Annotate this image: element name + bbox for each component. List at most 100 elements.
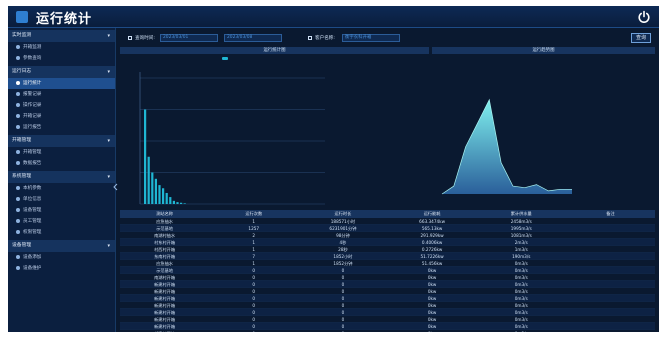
sidebar-item[interactable]: 权限管理: [8, 227, 115, 238]
table-row: 村西村开箱 1 28秒 0.2726kw 1m3/s: [120, 246, 655, 253]
sidebar-item[interactable]: 数据报告: [8, 158, 115, 169]
sidebar-section[interactable]: 系统管理 ▾: [8, 171, 115, 183]
table-cell: 0m3/s: [477, 330, 566, 332]
table-cell: 7: [252, 254, 256, 259]
table-body: 应急抽水 1 188571小时 663.3474kw 2458m3/s 示范基地 1257 6…: [120, 218, 655, 332]
table-cell: 0: [341, 268, 345, 273]
table-cell: [566, 309, 655, 315]
sidebar-item[interactable]: 设备维护: [8, 263, 115, 274]
table-cell: 291.929kw: [420, 233, 444, 238]
client-filter-checkbox[interactable]: [308, 36, 312, 40]
table-cell: 0m3/s: [514, 324, 528, 329]
table-cell: 0kw: [427, 310, 437, 315]
sidebar-item[interactable]: 操作记录: [8, 100, 115, 111]
chevron-down-icon: ▾: [107, 69, 110, 75]
table-row: 示范基地 1257 6231901分钟 565.13kw 1995m3/s: [120, 225, 655, 232]
table-cell: 0kw: [427, 296, 437, 301]
sidebar-item[interactable]: 设备添加: [8, 252, 115, 263]
date-filter-checkbox[interactable]: [128, 36, 132, 40]
table-header: 测站名称 运行次数 运行时长 运行能耗 累计供水量 备注: [120, 210, 655, 218]
table-cell: 0.4006kw: [421, 240, 443, 245]
table-cell: 0m3/s: [514, 296, 528, 301]
table-cell: [566, 330, 655, 332]
table-cell: 1852分钟: [333, 261, 353, 266]
sidebar-item[interactable]: 设备管理: [8, 205, 115, 216]
table-cell: 0kw: [427, 289, 437, 294]
table-cell: 新建村开箱: [154, 282, 176, 287]
sidebar-item[interactable]: 员工管理: [8, 216, 115, 227]
sidebar-section[interactable]: 实时监测 ▾: [8, 30, 115, 42]
table-cell: [566, 253, 655, 259]
sidebar-item[interactable]: 开箱管理: [8, 147, 115, 158]
table-cell: 1: [252, 247, 256, 252]
table-header-cell: 测站名称: [156, 211, 173, 216]
table-cell: [566, 323, 655, 329]
table-cell: [566, 267, 655, 273]
sidebar-section[interactable]: 运行日志 ▾: [8, 66, 115, 78]
trend-chart: [441, 98, 572, 195]
sidebar-item-label: 运行报告: [23, 125, 42, 130]
menu-icon: [16, 124, 20, 129]
power-icon[interactable]: [637, 10, 651, 24]
table-cell: 0: [252, 282, 256, 287]
menu-icon: [16, 185, 20, 190]
table-cell: 新建村开箱: [154, 296, 176, 301]
sidebar-item[interactable]: 运行报告: [8, 122, 115, 133]
sidebar-section[interactable]: 设备管理 ▾: [8, 240, 115, 252]
table-cell: 0m3/s: [514, 289, 528, 294]
table-row: 新建村开箱 0 0 0kw 0m3/s: [120, 309, 655, 316]
bar: [147, 156, 150, 204]
sidebar-item[interactable]: 开箱监测: [8, 42, 115, 53]
table-cell: [566, 218, 655, 224]
table-cell: 新建村开箱: [154, 310, 176, 315]
collapse-sidebar-icon[interactable]: [112, 176, 120, 191]
table-row: 新建村开箱000kw0m3/s: [120, 316, 655, 323]
table-cell: [566, 295, 655, 301]
menu-icon: [16, 265, 20, 270]
table-cell: 188571小时: [330, 219, 356, 224]
table-cell: 1852小时: [333, 254, 353, 259]
sidebar-item-label: 开箱记录: [23, 114, 42, 119]
table-cell: 0m3/s: [514, 310, 528, 315]
table-cell: 0kw: [427, 268, 437, 273]
bar: [144, 109, 147, 204]
date-from-input[interactable]: 2023/03/01: [160, 34, 218, 42]
table-row: 示范基地 0 0 0kw 0m3/s: [120, 267, 655, 274]
client-select[interactable]: 衡宇农科开箱: [342, 34, 400, 42]
table-cell: [566, 274, 655, 280]
right-panel-title: 运行趋势图: [432, 47, 655, 54]
sidebar-item[interactable]: 开箱记录: [8, 111, 115, 122]
table-row: 南湖村开箱 0 0 0kw 0m3/s: [120, 274, 655, 281]
table-row: 村东村开箱 1 4秒 0.4006kw 2m3/s: [120, 239, 655, 246]
table-cell: 0: [341, 310, 345, 315]
table-cell: 51.7226kw: [420, 254, 444, 259]
date-to-input[interactable]: 2023/03/08: [224, 34, 282, 42]
table-cell: 应急抽水: [156, 261, 173, 266]
table-cell: 2: [252, 233, 256, 238]
table-cell: 0: [252, 275, 256, 280]
chevron-down-icon: ▾: [107, 138, 110, 144]
sidebar-item[interactable]: 运行统计: [8, 78, 115, 89]
sidebar-item[interactable]: 本机参数: [8, 183, 115, 194]
table-cell: 0: [252, 317, 256, 322]
table-row: 新建村开箱000kw0m3/s: [120, 323, 655, 330]
table-cell: [566, 232, 655, 238]
table-cell: 0: [341, 275, 345, 280]
table-cell: 0: [341, 296, 345, 301]
sidebar-section[interactable]: 开箱管理 ▾: [8, 135, 115, 147]
sidebar-item-label: 员工管理: [23, 219, 42, 224]
sidebar-item[interactable]: 单位信息: [8, 194, 115, 205]
table-cell: 南湖村抽水: [154, 233, 176, 238]
table-cell: 0: [252, 310, 256, 315]
chevron-down-icon: ▾: [107, 33, 110, 39]
sidebar-item[interactable]: 参数查询: [8, 53, 115, 64]
query-button[interactable]: 查询: [631, 33, 651, 43]
table-cell: 0kw: [427, 324, 437, 329]
sidebar-item[interactable]: 报警记录: [8, 89, 115, 100]
table-row: 东南村开箱 7 1852小时 51.7226kw 190m3/s: [120, 253, 655, 260]
table-cell: 1m3/s: [514, 247, 528, 252]
table-row: 南湖村抽水 2 98分钟 291.929kw 1081m3/s: [120, 232, 655, 239]
table-cell: 0: [252, 296, 256, 301]
menu-icon: [16, 149, 20, 154]
table-cell: 0m3/s: [514, 268, 528, 273]
